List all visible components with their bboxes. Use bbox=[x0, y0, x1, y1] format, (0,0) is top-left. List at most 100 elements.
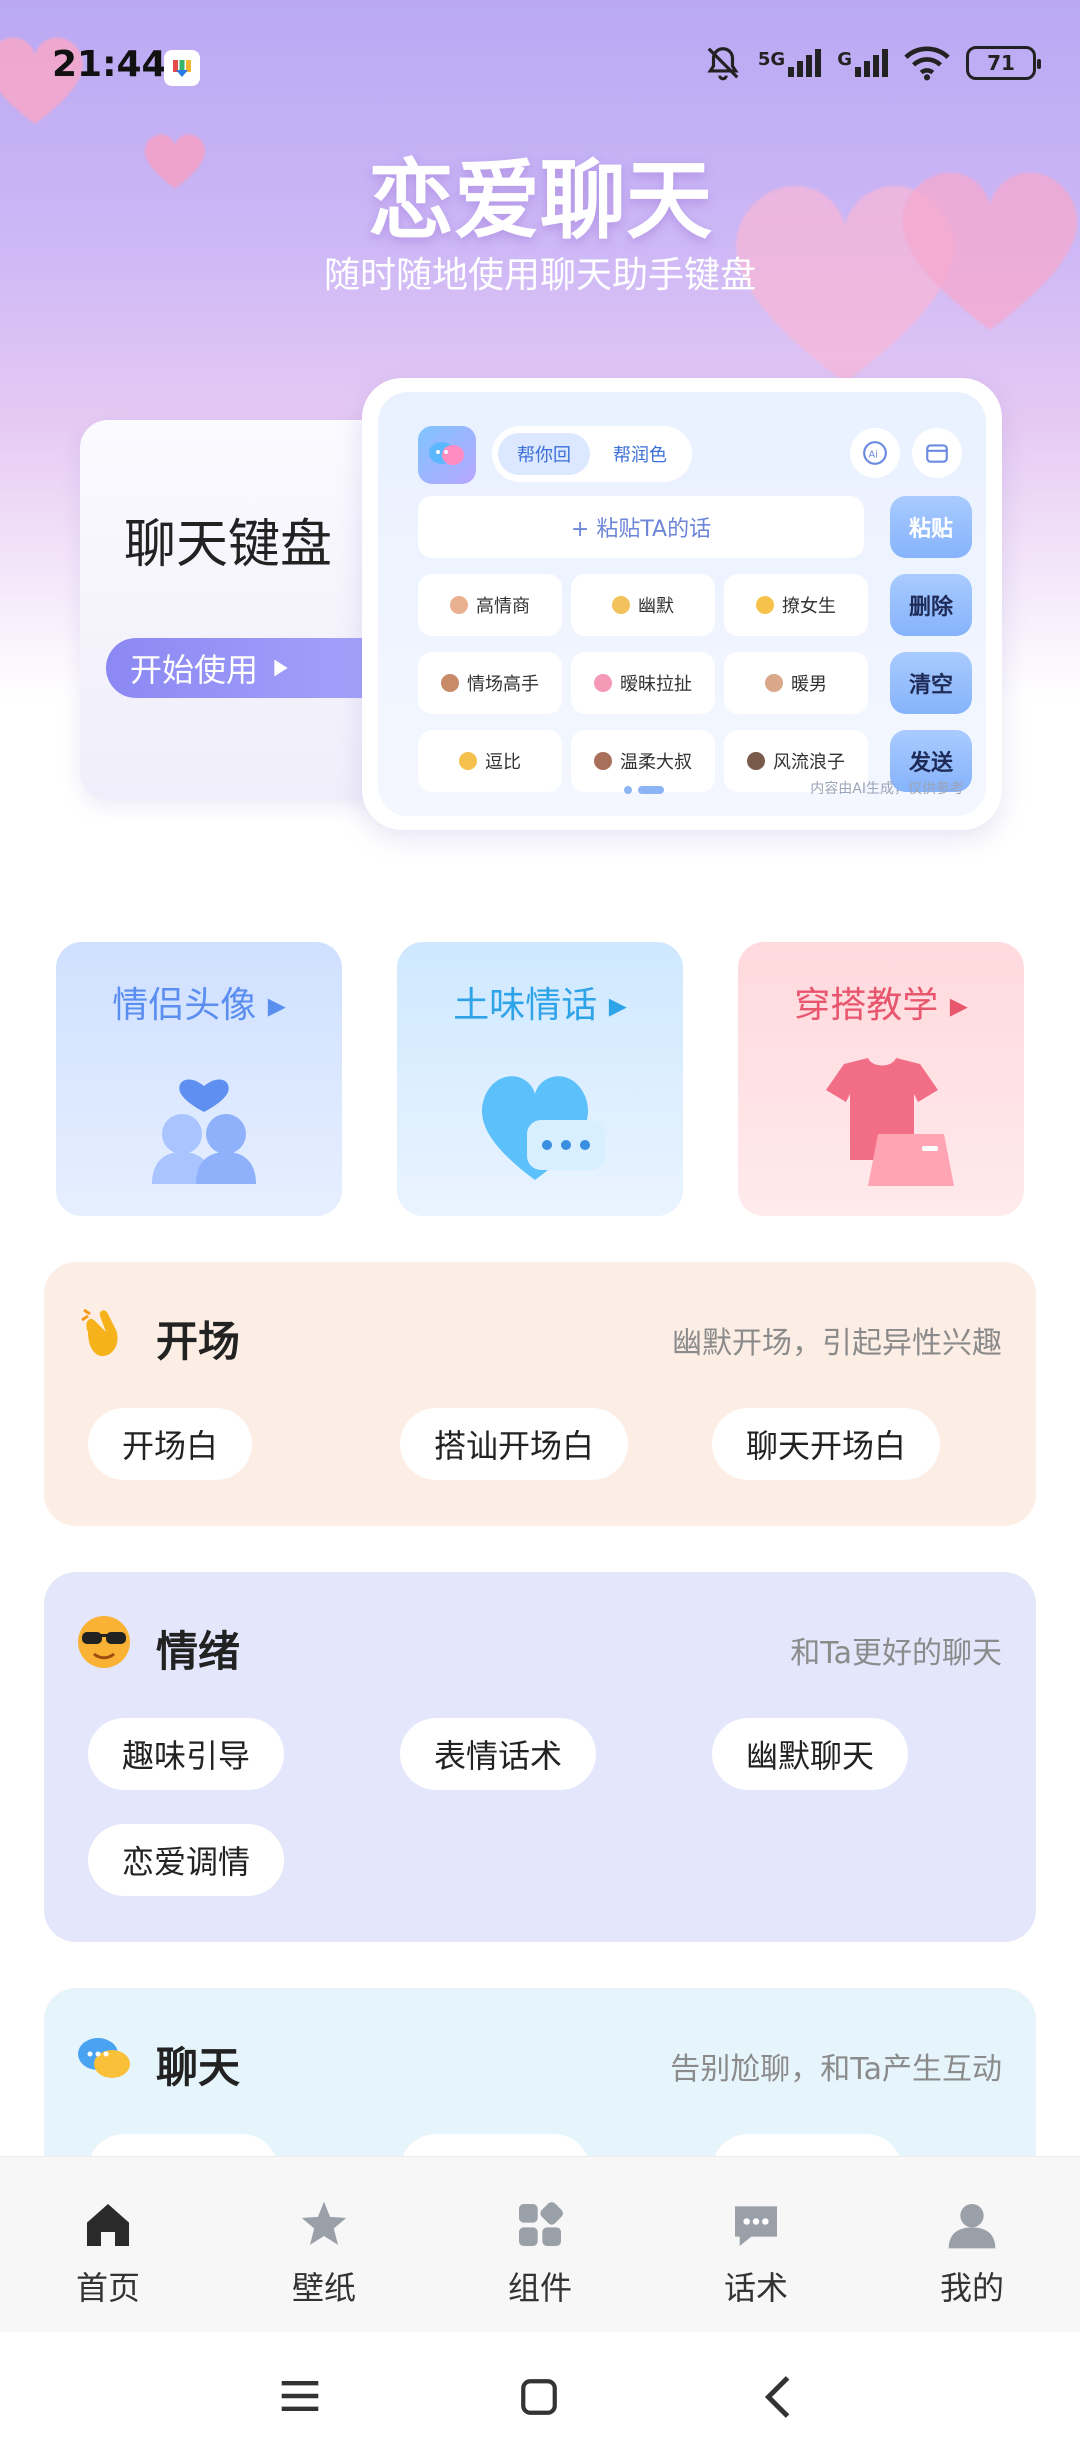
signal-5g-label: 5G bbox=[757, 49, 786, 70]
category-emotion: 情绪 和Ta更好的聊天 趣味引导 表情话术 幽默聊天 恋爱调情 bbox=[44, 1572, 1036, 1942]
avatar-icon bbox=[441, 674, 459, 692]
style-chip-label: 风流浪子 bbox=[773, 752, 845, 773]
avatar-icon bbox=[612, 596, 630, 614]
mute-bell-icon bbox=[707, 47, 739, 81]
clapping-hands-icon bbox=[81, 1308, 118, 1357]
style-chip-label: 情场高手 bbox=[467, 674, 539, 695]
category-opening: 开场 幽默开场，引起异性兴趣 开场白 搭讪开场白 聊天开场白 bbox=[44, 1262, 1036, 1526]
style-chip-label: 温柔大叔 bbox=[620, 752, 692, 773]
status-right: 5G G 71 bbox=[704, 44, 1041, 82]
emotion-item[interactable]: 恋爱调情 bbox=[88, 1824, 285, 1896]
emotion-item[interactable]: 表情话术 bbox=[400, 1718, 597, 1790]
style-chip[interactable]: 温柔大叔 bbox=[571, 730, 715, 792]
nav-widgets[interactable]: 组件 bbox=[470, 2197, 610, 2309]
clothing-icon bbox=[826, 1058, 954, 1186]
tile-cheesy-lines-title: 土味情话 ▸ bbox=[453, 985, 627, 1026]
avatar-icon bbox=[459, 752, 477, 770]
category-opening-title: 开场 bbox=[156, 1317, 241, 1366]
paste-button[interactable]: 粘贴 bbox=[890, 496, 972, 558]
hero-title: 恋爱聊天 bbox=[368, 151, 712, 251]
keyboard-mode-tabs: 帮你回 帮润色 bbox=[492, 426, 692, 482]
avatar-icon bbox=[765, 674, 783, 692]
opening-item[interactable]: 聊天开场白 bbox=[712, 1408, 941, 1480]
bottom-navigation: 首页 壁纸 组件 话术 我的 bbox=[0, 2156, 1080, 2332]
clear-button[interactable]: 清空 bbox=[890, 652, 972, 714]
style-chip-label: 撩女生 bbox=[782, 596, 836, 617]
status-time: 21:44 bbox=[52, 44, 167, 85]
svg-text:Ai: Ai bbox=[869, 449, 878, 460]
nav-wallpaper[interactable]: 壁纸 bbox=[254, 2197, 394, 2309]
nav-home-label: 首页 bbox=[75, 2269, 140, 2307]
style-chip-label: 幽默 bbox=[638, 596, 674, 617]
tab-help-polish[interactable]: 帮润色 bbox=[594, 433, 686, 475]
nav-wallpaper-label: 壁纸 bbox=[291, 2269, 356, 2307]
category-chat-title: 聊天 bbox=[156, 2043, 241, 2092]
signal-5g-icon: 5G bbox=[757, 49, 822, 77]
tile-outfit-tutorial-title: 穿搭教学 ▸ bbox=[794, 985, 968, 1026]
style-chip-label: 暖男 bbox=[791, 674, 827, 695]
tile-couple-avatar[interactable]: 情侣头像 ▸ bbox=[56, 942, 342, 1216]
play-arrow-icon bbox=[274, 659, 288, 677]
nav-scripts[interactable]: 话术 bbox=[686, 2197, 826, 2309]
home-icon bbox=[87, 2204, 129, 2246]
system-navigation-bar bbox=[0, 2332, 1080, 2460]
nav-profile[interactable]: 我的 bbox=[902, 2197, 1042, 2309]
ai-icon[interactable]: Ai bbox=[850, 428, 900, 478]
keyboard-preview: 帮你回 帮润色 Ai + 粘贴TA的话 粘贴 删除 清空 发送 高情商 幽默 撩… bbox=[362, 378, 1002, 830]
emotion-item[interactable]: 趣味引导 bbox=[88, 1718, 285, 1790]
nav-home[interactable]: 首页 bbox=[38, 2197, 178, 2309]
avatar-icon bbox=[450, 596, 468, 614]
page-indicator bbox=[624, 786, 664, 794]
chat-keyboard-card[interactable]: 聊天键盘 开始使用 bbox=[80, 420, 416, 800]
hero-subtitle: 随时随地使用聊天助手键盘 bbox=[323, 255, 756, 296]
sunglasses-face-icon bbox=[78, 1616, 130, 1668]
delete-button[interactable]: 删除 bbox=[890, 574, 972, 636]
style-chip[interactable]: 逗比 bbox=[418, 730, 562, 792]
avatar-icon bbox=[594, 752, 612, 770]
style-chip-label: 高情商 bbox=[476, 596, 530, 617]
app-screen: 21:44 5G G 71 恋爱聊天 随时随地使用聊天助手键盘 聊天键盘 开始使… bbox=[0, 0, 1080, 2460]
nav-widgets-label: 组件 bbox=[507, 2269, 572, 2307]
opening-item[interactable]: 搭讪开场白 bbox=[400, 1408, 629, 1480]
ai-disclaimer: 内容由AI生成，仅供参考 bbox=[810, 781, 964, 797]
category-chat-desc: 告别尬聊，和Ta产生互动 bbox=[670, 2052, 1002, 2087]
nav-scripts-label: 话术 bbox=[723, 2269, 788, 2307]
paste-input[interactable]: + 粘贴TA的话 bbox=[418, 496, 864, 558]
battery-level: 71 bbox=[987, 51, 1015, 75]
keyboard-logo-icon bbox=[418, 426, 476, 484]
menu-icon[interactable] bbox=[278, 2376, 322, 2416]
style-chip[interactable]: 暧昧拉扯 bbox=[571, 652, 715, 714]
keyboard-switch-icon[interactable] bbox=[912, 428, 962, 478]
nav-profile-label: 我的 bbox=[939, 2269, 1004, 2307]
style-chip[interactable]: 幽默 bbox=[571, 574, 715, 636]
avatar-icon bbox=[756, 596, 774, 614]
signal-g-label: G bbox=[837, 49, 852, 70]
style-chip[interactable]: 高情商 bbox=[418, 574, 562, 636]
style-chip[interactable]: 撩女生 bbox=[724, 574, 868, 636]
battery-icon: 71 bbox=[966, 46, 1041, 80]
style-chip[interactable]: 情场高手 bbox=[418, 652, 562, 714]
start-using-label: 开始使用 bbox=[130, 651, 259, 689]
heart-chat-icon bbox=[481, 1076, 605, 1180]
style-chip[interactable]: 暖男 bbox=[724, 652, 868, 714]
opening-item[interactable]: 开场白 bbox=[88, 1408, 253, 1480]
home-square-icon[interactable] bbox=[518, 2376, 560, 2418]
category-emotion-desc: 和Ta更好的聊天 bbox=[790, 1636, 1002, 1671]
speech-bubbles-icon bbox=[78, 2038, 130, 2078]
tile-outfit-tutorial[interactable]: 穿搭教学 ▸ bbox=[738, 942, 1024, 1216]
download-notification-icon bbox=[164, 50, 200, 86]
emotion-item[interactable]: 幽默聊天 bbox=[712, 1718, 909, 1790]
avatar-icon bbox=[594, 674, 612, 692]
tile-cheesy-lines[interactable]: 土味情话 ▸ bbox=[397, 942, 683, 1216]
signal-g-icon: G bbox=[837, 49, 888, 77]
back-icon[interactable] bbox=[758, 2374, 798, 2420]
style-chip-label: 暧昧拉扯 bbox=[620, 674, 692, 695]
tab-help-reply[interactable]: 帮你回 bbox=[498, 433, 590, 475]
widgets-icon bbox=[519, 2202, 563, 2246]
wifi-icon bbox=[904, 46, 950, 81]
profile-icon bbox=[948, 2204, 996, 2249]
category-emotion-title: 情绪 bbox=[156, 1627, 241, 1676]
keyboard-preview-inner: 帮你回 帮润色 Ai + 粘贴TA的话 粘贴 删除 清空 发送 高情商 幽默 撩… bbox=[378, 392, 986, 816]
avatar-icon bbox=[747, 752, 765, 770]
chat-icon bbox=[735, 2206, 777, 2246]
